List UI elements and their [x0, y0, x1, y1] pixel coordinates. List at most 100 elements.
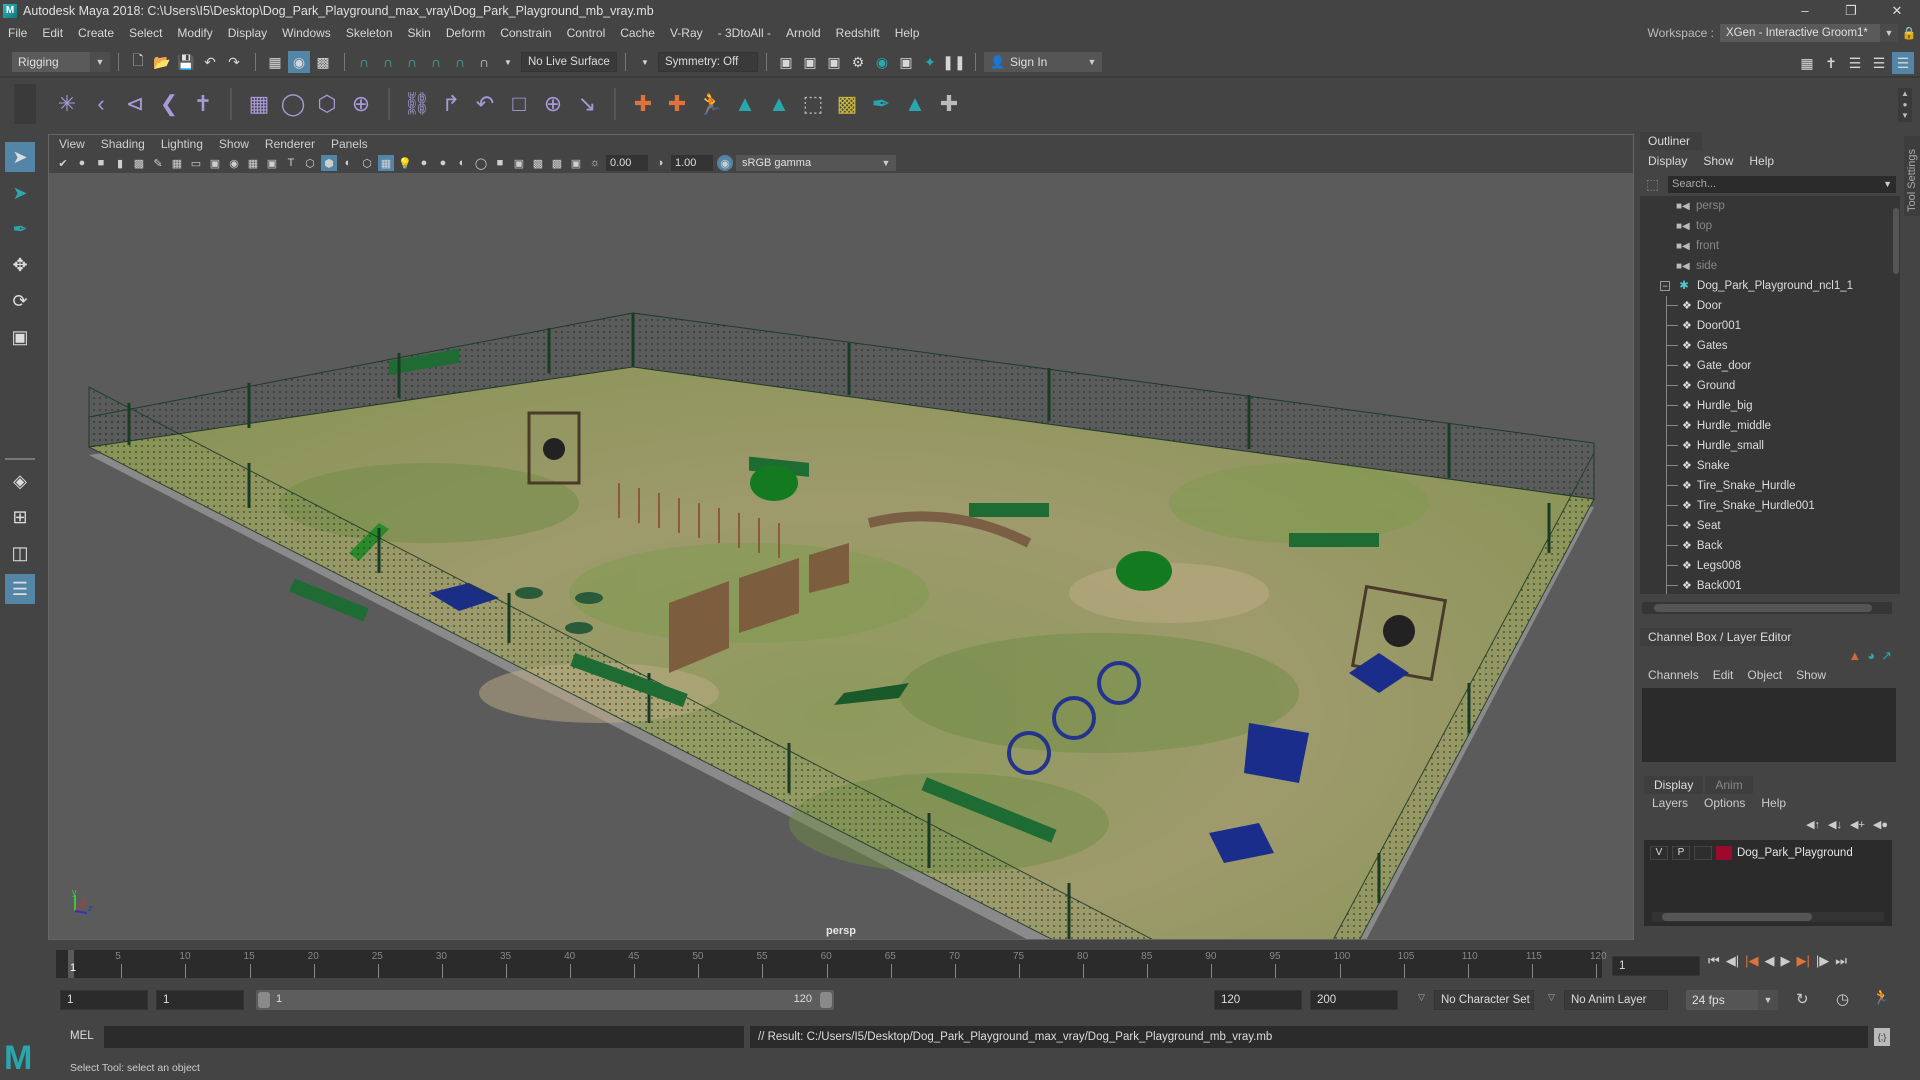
- tool-settings-icon[interactable]: ☰: [1868, 52, 1890, 74]
- smooth-shade-icon[interactable]: ⬢: [321, 155, 337, 171]
- vp-menu-view[interactable]: View: [59, 137, 85, 151]
- vp-menu-panels[interactable]: Panels: [331, 137, 368, 151]
- step-forward-frame-icon[interactable]: ▶|: [1796, 953, 1809, 969]
- backface-icon[interactable]: ▣: [568, 155, 584, 171]
- outliner-item[interactable]: ❖ Snake: [1640, 456, 1892, 476]
- undo-icon[interactable]: ↶: [199, 51, 221, 73]
- paint-select-tool-icon[interactable]: ✒: [5, 214, 35, 244]
- save-scene-icon[interactable]: 💾: [175, 51, 197, 73]
- select-object-icon[interactable]: ◉: [288, 51, 310, 73]
- outliner-item[interactable]: ❖ Hurdle_middle: [1640, 416, 1892, 436]
- image-plane-icon[interactable]: ▮: [112, 155, 128, 171]
- outliner-item[interactable]: ❖ Door: [1640, 296, 1892, 316]
- redo-icon[interactable]: ↷: [223, 51, 245, 73]
- collapse-icon[interactable]: −: [1660, 281, 1670, 291]
- playback-end-field[interactable]: 120: [1214, 990, 1302, 1010]
- visibility-toggle[interactable]: V: [1650, 846, 1668, 860]
- snap-live-icon[interactable]: ∩: [449, 51, 471, 73]
- outliner-tab[interactable]: Outliner: [1640, 132, 1702, 150]
- time-slider[interactable]: 1 5 10 15 20 25 30 35 40 45 50 55 60 65 70 75 80 85 90 95 1…: [56, 950, 1607, 978]
- outliner-layout-icon[interactable]: ☰: [5, 574, 35, 604]
- menu-create[interactable]: Create: [78, 26, 114, 40]
- outliner-item[interactable]: ❖ Back: [1640, 536, 1892, 556]
- menu-skeleton[interactable]: Skeleton: [346, 26, 393, 40]
- menu-constrain[interactable]: Constrain: [500, 26, 551, 40]
- channel-box-tab[interactable]: Channel Box / Layer Editor: [1640, 628, 1792, 646]
- viewport-panel[interactable]: View Shading Lighting Show Renderer Pane…: [48, 134, 1634, 940]
- step-back-key-icon[interactable]: ◀|: [1726, 953, 1739, 969]
- chevron-down-icon[interactable]: ▼: [497, 51, 519, 73]
- outliner-item[interactable]: ❖ Door001: [1640, 316, 1892, 336]
- layer-horizontal-scrollbar[interactable]: [1652, 912, 1884, 922]
- menu-vray[interactable]: V-Ray: [670, 26, 703, 40]
- outliner-item[interactable]: ❖ Seat: [1640, 516, 1892, 536]
- aim-constraint-icon[interactable]: ⊕: [536, 87, 570, 121]
- menu-windows[interactable]: Windows: [282, 26, 331, 40]
- character-set-field[interactable]: No Character Set: [1434, 990, 1534, 1010]
- minimize-icon[interactable]: –: [1782, 0, 1828, 22]
- manipulator-icon[interactable]: ▲: [1848, 648, 1861, 664]
- channel-box-icon[interactable]: ☰: [1892, 52, 1914, 74]
- anim-layer-field[interactable]: No Anim Layer: [1564, 990, 1668, 1010]
- live-surface-field[interactable]: No Live Surface: [521, 52, 617, 72]
- bookmark-add-icon[interactable]: ✚: [932, 87, 966, 121]
- arnold-icon-3[interactable]: ▲: [898, 87, 932, 121]
- hypershade-icon[interactable]: ◉: [871, 51, 893, 73]
- chevron-down-icon[interactable]: ▽: [1418, 992, 1425, 1003]
- gamma-field[interactable]: 1.00: [671, 155, 713, 171]
- film-gate-icon[interactable]: ▭: [188, 155, 204, 171]
- menu-deform[interactable]: Deform: [446, 26, 485, 40]
- outliner-item-front[interactable]: ■◀ front: [1640, 236, 1892, 256]
- menuset-dropdown[interactable]: Rigging ▼: [12, 52, 110, 72]
- shelf-scroll[interactable]: ▲ ● ▼: [1898, 88, 1912, 122]
- cb-menu-object[interactable]: Object: [1747, 668, 1782, 682]
- move-layer-up-icon[interactable]: ◀↑: [1806, 818, 1820, 831]
- scrollbar-thumb[interactable]: [1662, 913, 1812, 921]
- empty-slot-icon[interactable]: ⬚: [796, 87, 830, 121]
- render-setup-icon[interactable]: ▣: [895, 51, 917, 73]
- quick-rig-icon[interactable]: ✝: [186, 87, 220, 121]
- scene-render[interactable]: [49, 173, 1633, 939]
- open-scene-icon[interactable]: 📂: [151, 51, 173, 73]
- camera-attributes-icon[interactable]: ●: [74, 155, 90, 171]
- outliner-item-group[interactable]: − ✱ Dog_Park_Playground_ncl1_1: [1640, 276, 1892, 296]
- vp-menu-shading[interactable]: Shading: [101, 137, 145, 151]
- camera-lock-icon[interactable]: ✔: [55, 155, 71, 171]
- menu-file[interactable]: File: [8, 26, 27, 40]
- playback-toggle[interactable]: P: [1672, 846, 1690, 860]
- script-editor-icon[interactable]: {;}: [1874, 1028, 1890, 1046]
- script-language-toggle[interactable]: MEL: [70, 1030, 94, 1042]
- outliner-item-side[interactable]: ■◀ side: [1640, 256, 1892, 276]
- wireframe-on-shaded-icon[interactable]: ◐: [340, 155, 356, 171]
- outliner-menu-display[interactable]: Display: [1648, 154, 1687, 168]
- textured-icon[interactable]: ▦: [378, 155, 394, 171]
- render-settings-icon[interactable]: ⚙: [847, 51, 869, 73]
- field-chart-icon[interactable]: ▦: [245, 155, 261, 171]
- new-scene-icon[interactable]: 🗋: [127, 51, 149, 73]
- attribute-editor-icon[interactable]: ☰: [1844, 52, 1866, 74]
- outliner-item[interactable]: ❖ Gate_door: [1640, 356, 1892, 376]
- depth-of-field-icon[interactable]: ■: [492, 155, 508, 171]
- menu-modify[interactable]: Modify: [177, 26, 212, 40]
- range-start-handle[interactable]: [258, 992, 270, 1008]
- outliner-item[interactable]: ❖ Gates: [1640, 336, 1892, 356]
- sign-in-button[interactable]: 👤 Sign In ▼: [984, 52, 1102, 72]
- ik-handle-icon[interactable]: ⊲: [118, 87, 152, 121]
- menu-display[interactable]: Display: [228, 26, 267, 40]
- exposure-field[interactable]: 0.00: [606, 155, 648, 171]
- two-pane-layout-icon[interactable]: ◫: [5, 538, 35, 568]
- menu-control[interactable]: Control: [567, 26, 606, 40]
- menu-skin[interactable]: Skin: [408, 26, 431, 40]
- workspace-dropdown[interactable]: XGen - Interactive Groom1* ▼: [1720, 24, 1898, 42]
- color-space-dropdown[interactable]: sRGB gamma ▼: [736, 155, 896, 171]
- paint-weights-icon[interactable]: ✒: [864, 87, 898, 121]
- tool-settings-tab[interactable]: Tool Settings: [1904, 136, 1920, 216]
- outliner-item[interactable]: ❖ Back001: [1640, 576, 1892, 594]
- arnold-icon-2[interactable]: ▲: [762, 87, 796, 121]
- lock-icon[interactable]: 🔒: [1898, 26, 1920, 40]
- xray-joints-icon[interactable]: ▩: [530, 155, 546, 171]
- color-management-icon[interactable]: ◉: [717, 155, 733, 171]
- create-joints-icon[interactable]: ✳: [50, 87, 84, 121]
- cb-menu-edit[interactable]: Edit: [1713, 668, 1734, 682]
- anti-aliasing-icon[interactable]: ◯: [473, 155, 489, 171]
